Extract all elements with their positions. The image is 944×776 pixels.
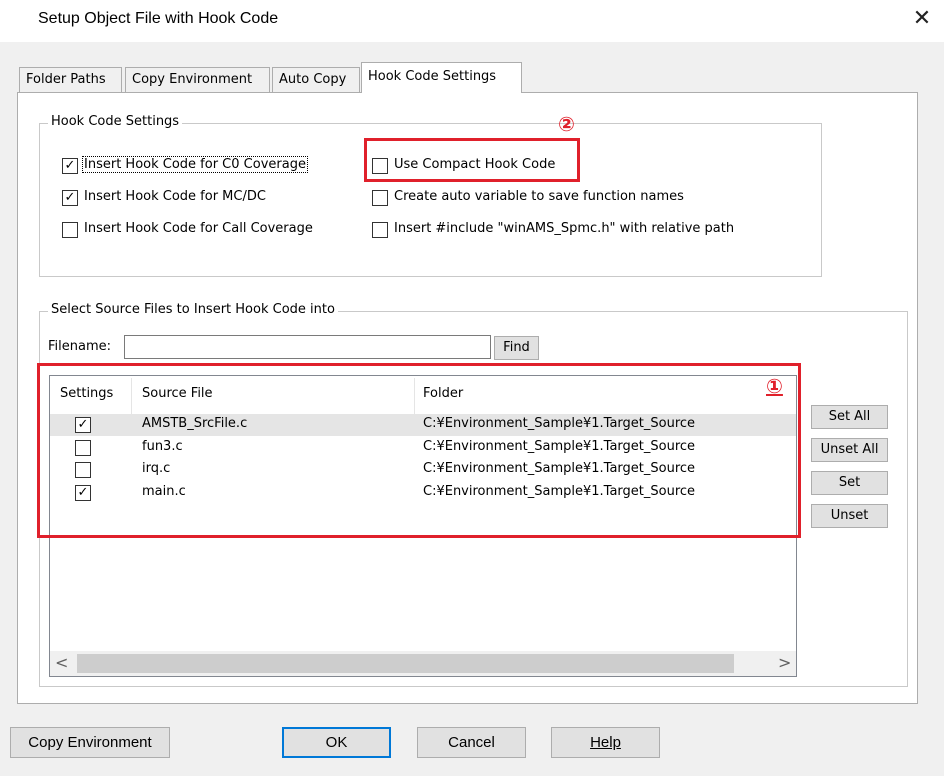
c0-coverage-label: Insert Hook Code for C0 Coverage [82,156,308,173]
tab-copy-environment[interactable]: Copy Environment [125,67,270,92]
scroll-right-icon[interactable]: > [778,653,791,672]
ok-button[interactable]: OK [282,727,391,758]
close-icon[interactable]: ✕ [906,4,938,36]
set-all-button[interactable]: Set All [811,405,888,429]
include-relative-checkbox[interactable] [372,222,388,238]
filename-input[interactable] [124,335,491,359]
window-title: Setup Object File with Hook Code [38,10,279,27]
mcdc-checkbox[interactable]: ✓ [62,190,78,206]
cancel-button[interactable]: Cancel [417,727,526,758]
unset-all-button[interactable]: Unset All [811,438,888,462]
auto-variable-checkbox[interactable] [372,190,388,206]
tab-hook-code-settings[interactable]: Hook Code Settings [361,62,522,93]
annotation-box-2 [364,138,580,182]
tab-auto-copy[interactable]: Auto Copy [272,67,360,92]
copy-environment-button[interactable]: Copy Environment [10,727,170,758]
annotation-box-1 [37,363,801,538]
call-coverage-label: Insert Hook Code for Call Coverage [84,221,313,236]
source-files-legend: Select Source Files to Insert Hook Code … [48,302,338,317]
hook-code-settings-legend: Hook Code Settings [48,114,183,129]
scroll-left-icon[interactable]: < [55,653,68,672]
auto-variable-label: Create auto variable to save function na… [394,189,684,204]
help-button[interactable]: Help [551,727,660,758]
scrollbar-thumb[interactable] [77,654,734,673]
unset-button[interactable]: Unset [811,504,888,528]
filename-label: Filename: [48,339,112,354]
find-button[interactable]: Find [494,336,539,360]
annotation-marker-1: ① [766,374,783,398]
help-label: Help [590,734,621,751]
c0-coverage-checkbox[interactable]: ✓ [62,158,78,174]
include-relative-label: Insert #include "winAMS_Spmc.h" with rel… [394,221,735,236]
tab-folder-paths[interactable]: Folder Paths [19,67,122,92]
annotation-marker-2: ② [558,112,575,136]
call-coverage-checkbox[interactable] [62,222,78,238]
mcdc-label: Insert Hook Code for MC/DC [84,189,266,204]
set-button[interactable]: Set [811,471,888,495]
